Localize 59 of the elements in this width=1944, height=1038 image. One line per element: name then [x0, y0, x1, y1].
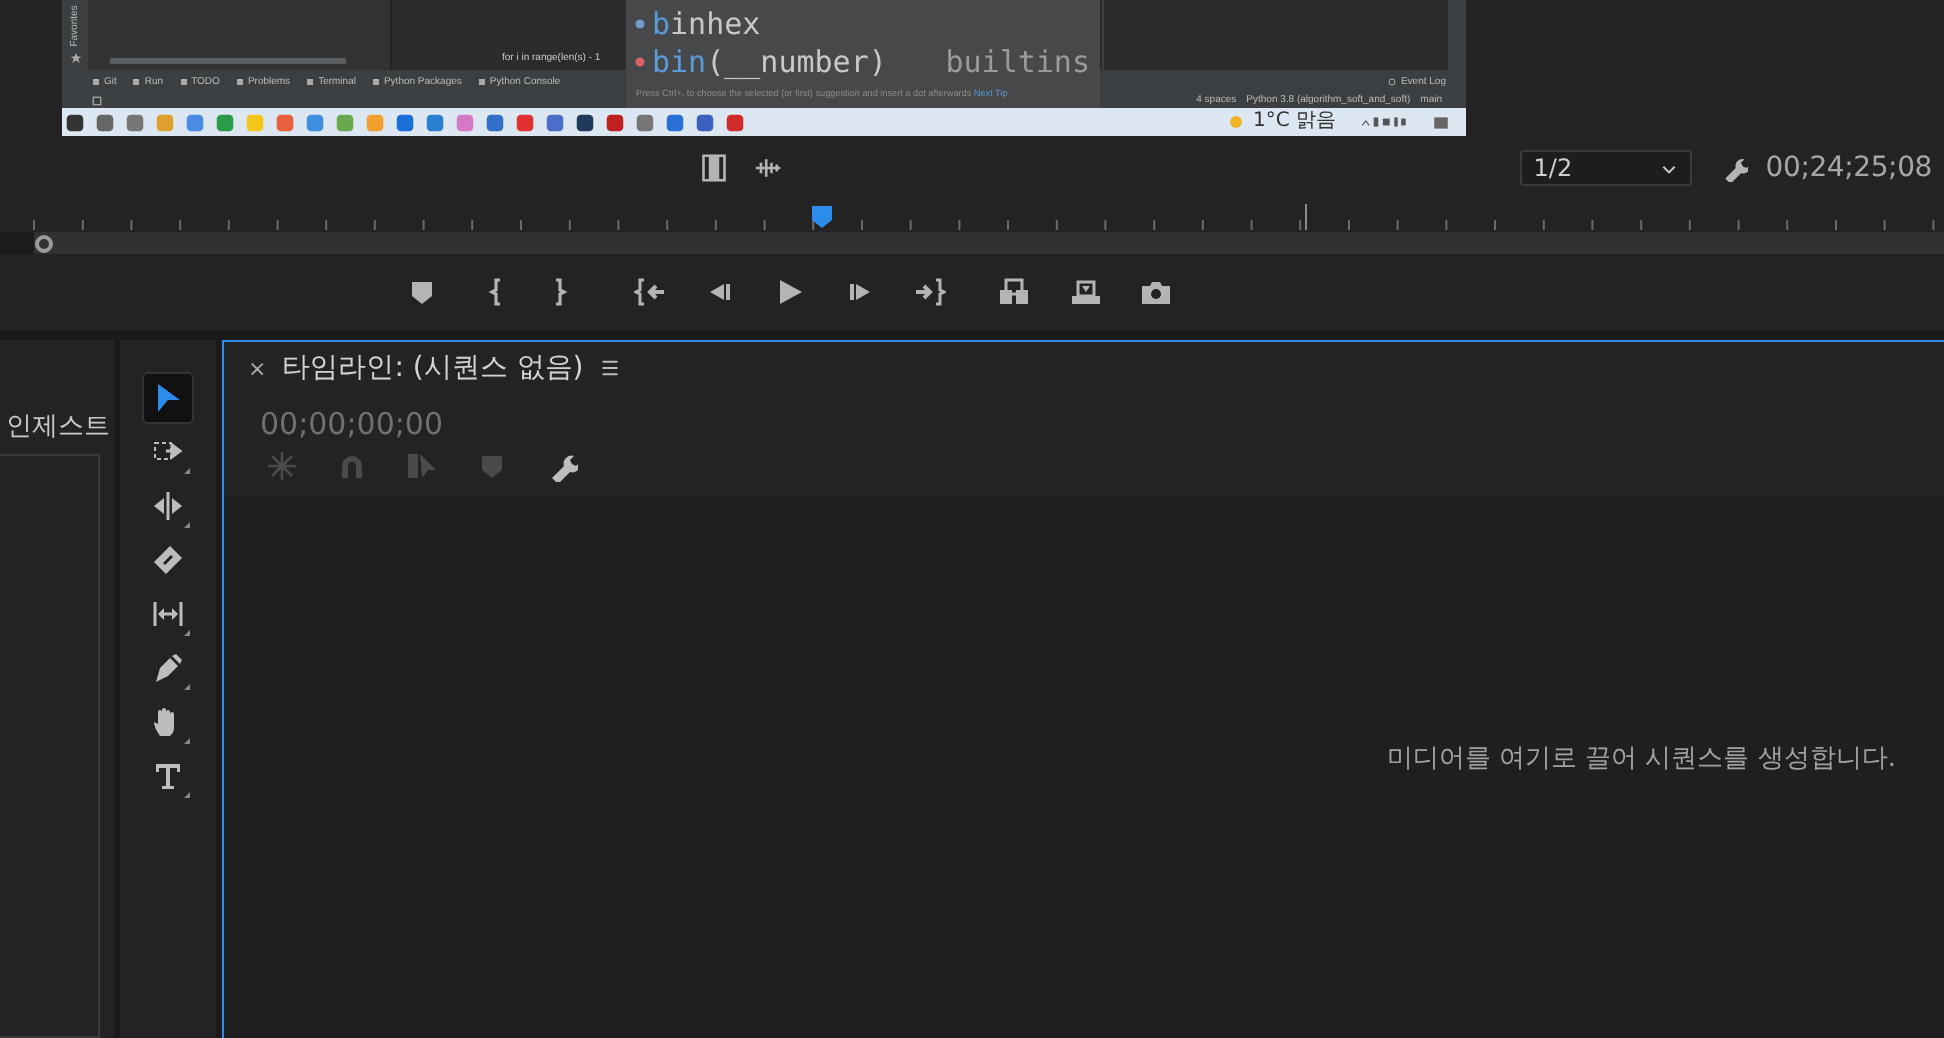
weather-text: 1°C 맑음 [1252, 112, 1336, 132]
completion-source: builtins [945, 43, 1090, 79]
module-icon [634, 17, 646, 29]
timecode: 00;00;00;00 [260, 406, 446, 442]
tool-window-icon [477, 77, 486, 85]
panel-toggle-icon [92, 95, 102, 105]
corner-icon [184, 738, 190, 744]
empty-message: 미디어를 여기로 끌어 시퀀스를 생성합니다. [1386, 741, 1896, 775]
insert-icon[interactable] [998, 276, 1030, 308]
panel-tab[interactable]: 인제스트 [2, 408, 110, 444]
slip-icon [152, 598, 184, 630]
add-marker-icon[interactable] [406, 276, 438, 308]
star-icon [69, 52, 81, 64]
completion-item[interactable]: binhex [652, 5, 761, 41]
zoom-dropdown[interactable]: 1/2 [1519, 150, 1692, 186]
overwrite-icon[interactable] [1070, 276, 1102, 308]
notification-icon[interactable] [1432, 113, 1450, 131]
app-icon[interactable] [694, 111, 716, 133]
corner-icon [184, 522, 190, 528]
arrow-icon [152, 382, 184, 414]
scrollbar[interactable] [110, 58, 346, 64]
razor-icon [152, 544, 184, 576]
zoom-scrollbar[interactable] [0, 232, 1944, 254]
app-icon[interactable] [604, 111, 626, 133]
waveform-icon[interactable] [754, 154, 782, 182]
timecode: 00;24;25;08 [1765, 152, 1932, 184]
function-icon [634, 55, 646, 67]
tool-window-icon [306, 77, 315, 85]
wrench-icon[interactable] [1719, 154, 1748, 182]
go-to-out-icon[interactable] [914, 276, 946, 308]
tool-window-icon [371, 77, 380, 85]
completion-item[interactable]: bin(__number) [652, 43, 887, 79]
app-icon[interactable] [574, 111, 596, 133]
film-icon[interactable] [700, 154, 728, 182]
tool-window-icon [179, 77, 188, 85]
zoom-value: 1/2 [1533, 154, 1573, 182]
playhead[interactable] [810, 204, 835, 228]
corner-icon [184, 468, 190, 474]
corner-icon [184, 792, 190, 798]
corner-icon [184, 630, 190, 636]
weather-icon [1228, 114, 1245, 130]
corner-icon [184, 684, 190, 690]
event-log-icon [1388, 77, 1397, 85]
close-button[interactable]: × [248, 355, 267, 381]
tool-window-icon [92, 77, 100, 85]
pen-icon [152, 652, 184, 684]
scroll-handle[interactable] [34, 233, 54, 253]
app-icon[interactable] [64, 111, 86, 133]
tool-window-icon [132, 77, 141, 85]
go-to-in-icon[interactable] [634, 276, 666, 308]
type-icon [152, 760, 184, 792]
panel-title[interactable]: 타임라인: (시퀀스 없음) [282, 350, 584, 386]
ripple-edit-icon [152, 490, 184, 522]
play-icon[interactable] [774, 276, 806, 308]
tool-window-icon [235, 77, 244, 85]
menu-icon[interactable] [599, 358, 620, 378]
camera-icon[interactable] [1140, 276, 1172, 308]
app-icon[interactable] [94, 111, 116, 133]
selection-tool[interactable] [142, 372, 194, 424]
